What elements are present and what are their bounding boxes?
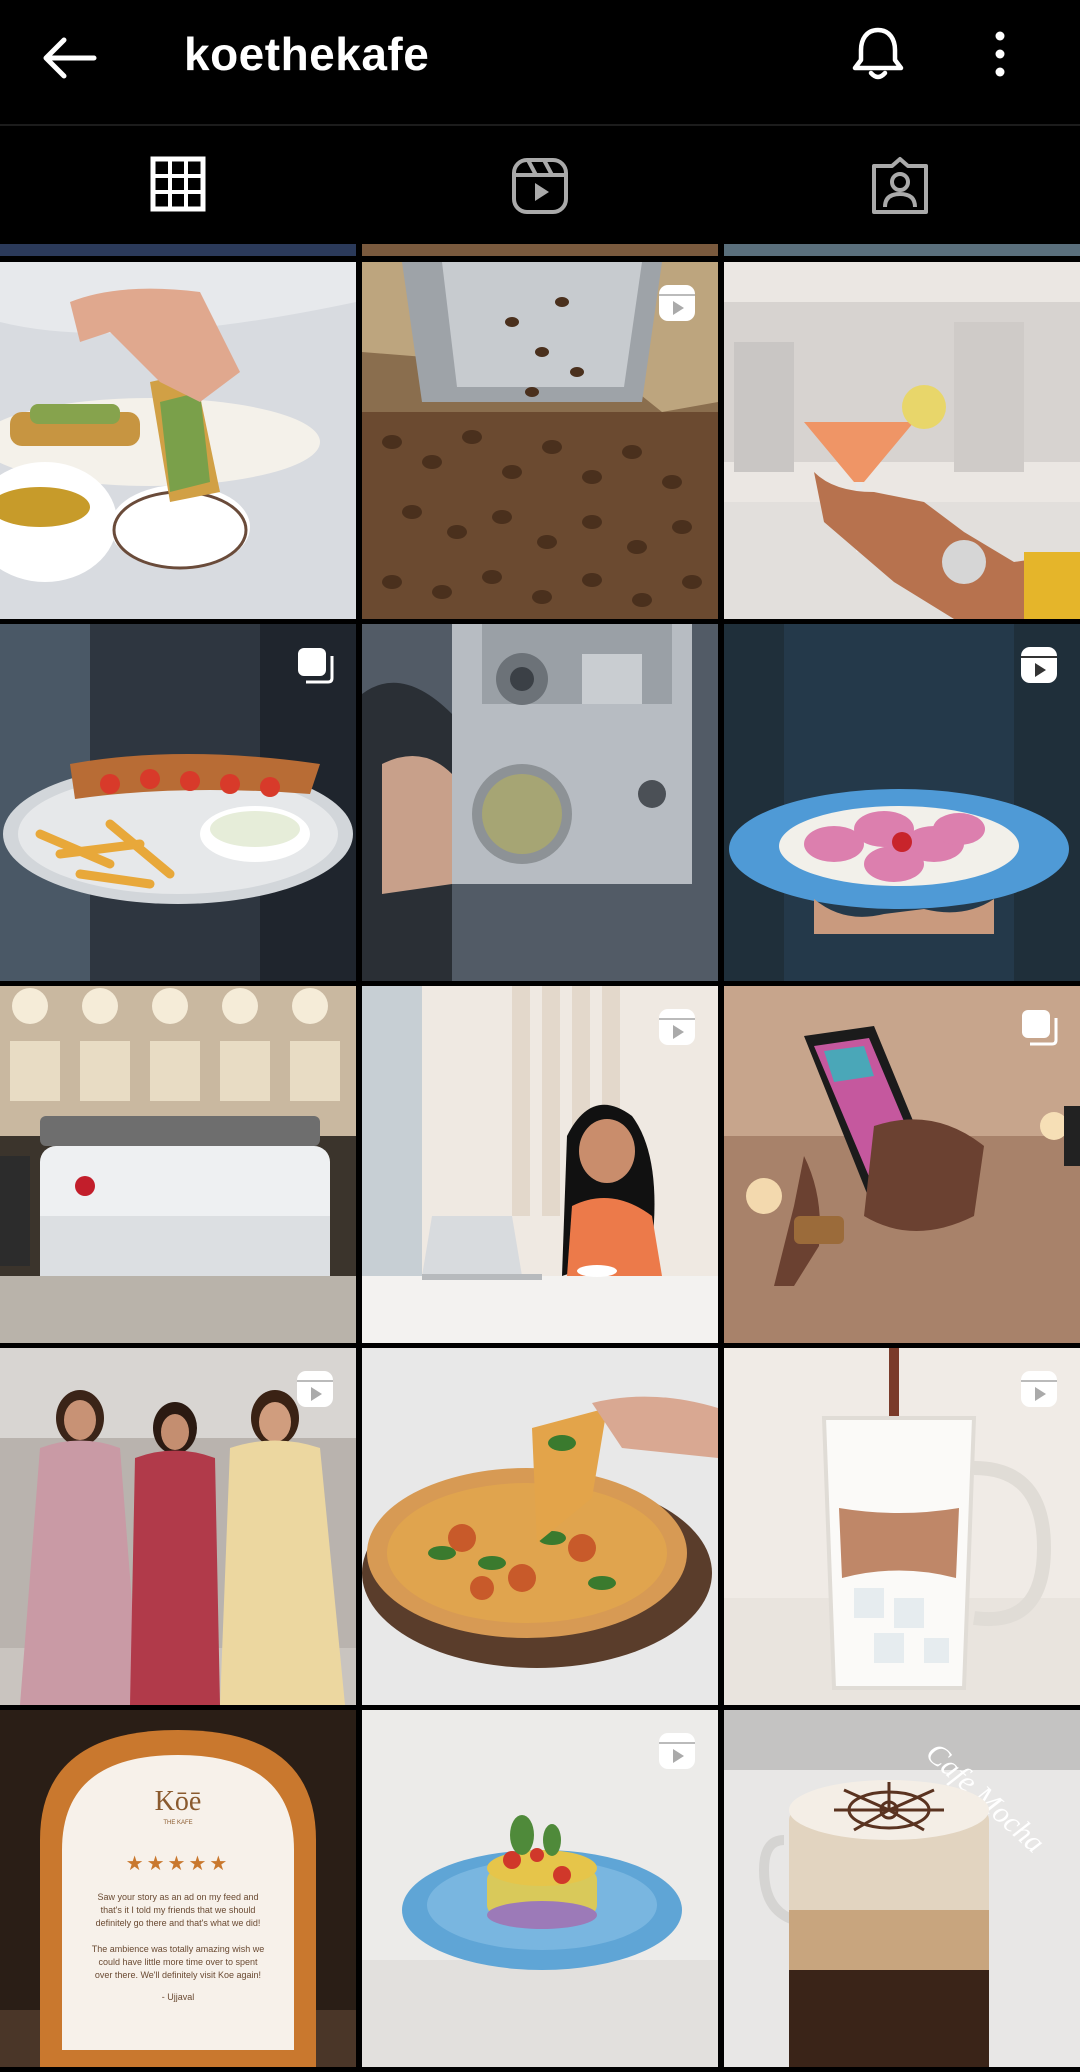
post-tile-3[interactable]: [724, 262, 1080, 619]
review-line-5: The ambience was totally amazing wish we: [92, 1944, 265, 1954]
review-author: - Ujjaval: [162, 1992, 195, 2002]
post-image-cafe-mocha: Cafe Mocha: [724, 1710, 1080, 2067]
app-header: koethekafe: [0, 0, 1080, 118]
bell-icon[interactable]: [846, 22, 910, 86]
post-tile-10[interactable]: [0, 1348, 356, 1705]
post-tile-11[interactable]: [362, 1348, 718, 1705]
post-tile-14[interactable]: [362, 1710, 718, 2067]
carousel-icon: [1022, 1010, 1058, 1046]
post-tile-8[interactable]: [362, 986, 718, 1343]
post-tile-9[interactable]: [724, 986, 1080, 1343]
more-vertical-icon[interactable]: [972, 22, 1028, 86]
post-image-pizza: [362, 1348, 718, 1705]
reel-icon: [659, 1733, 695, 1769]
profile-username: koethekafe: [184, 28, 430, 80]
reel-icon: [659, 285, 695, 321]
post-tile-12[interactable]: [724, 1348, 1080, 1705]
reel-icon: [1021, 1371, 1057, 1407]
review-line-2: that's it I told my friends that we shou…: [101, 1905, 256, 1915]
post-tile-7[interactable]: [0, 986, 356, 1343]
review-line-1: Saw your story as an ad on my feed and: [97, 1892, 258, 1902]
post-tile-15[interactable]: Cafe Mocha: [724, 1710, 1080, 2067]
post-tile-13[interactable]: Kōē THE KAFE ★★★★★ Saw your story as an …: [0, 1710, 356, 2067]
reel-icon: [659, 1009, 695, 1045]
tab-posts[interactable]: [0, 126, 360, 248]
reel-icon: [297, 1371, 333, 1407]
tab-tagged[interactable]: [720, 126, 1080, 248]
profile-tabs: [0, 126, 1080, 248]
tab-reels[interactable]: [360, 126, 720, 248]
post-tile-6[interactable]: [724, 624, 1080, 981]
partial-row-top: [0, 244, 1080, 256]
post-image-review-card: Kōē THE KAFE ★★★★★ Saw your story as an …: [0, 1710, 356, 2067]
reels-icon: [512, 158, 568, 214]
post-tile-1[interactable]: [0, 262, 356, 619]
post-tile-4[interactable]: [0, 624, 356, 981]
review-card-logo-sub: THE KAFE: [163, 1820, 192, 1826]
grid-icon: [150, 156, 206, 212]
post-image-roaster: [362, 624, 718, 981]
review-card-logo: Kōē: [155, 1786, 202, 1817]
post-tile-5[interactable]: [362, 624, 718, 981]
review-line-7: over there. We'll definitely visit Koe a…: [95, 1970, 261, 1980]
tagged-person-icon: [872, 157, 928, 214]
review-line-6: could have little more time over to spen…: [98, 1957, 258, 1967]
post-image-cocktail: [724, 262, 1080, 619]
carousel-icon: [298, 648, 334, 684]
reel-icon: [1021, 647, 1057, 683]
posts-grid: Kōē THE KAFE ★★★★★ Saw your story as an …: [0, 244, 1080, 2072]
review-card-stars: ★★★★★: [126, 1851, 231, 1875]
post-tile-2[interactable]: [362, 262, 718, 619]
post-image-espresso-machine: [0, 986, 356, 1343]
arrow-left-icon[interactable]: [38, 26, 102, 90]
post-image-tacos: [0, 262, 356, 619]
review-line-3: definitely go there and that's what we d…: [96, 1918, 261, 1928]
